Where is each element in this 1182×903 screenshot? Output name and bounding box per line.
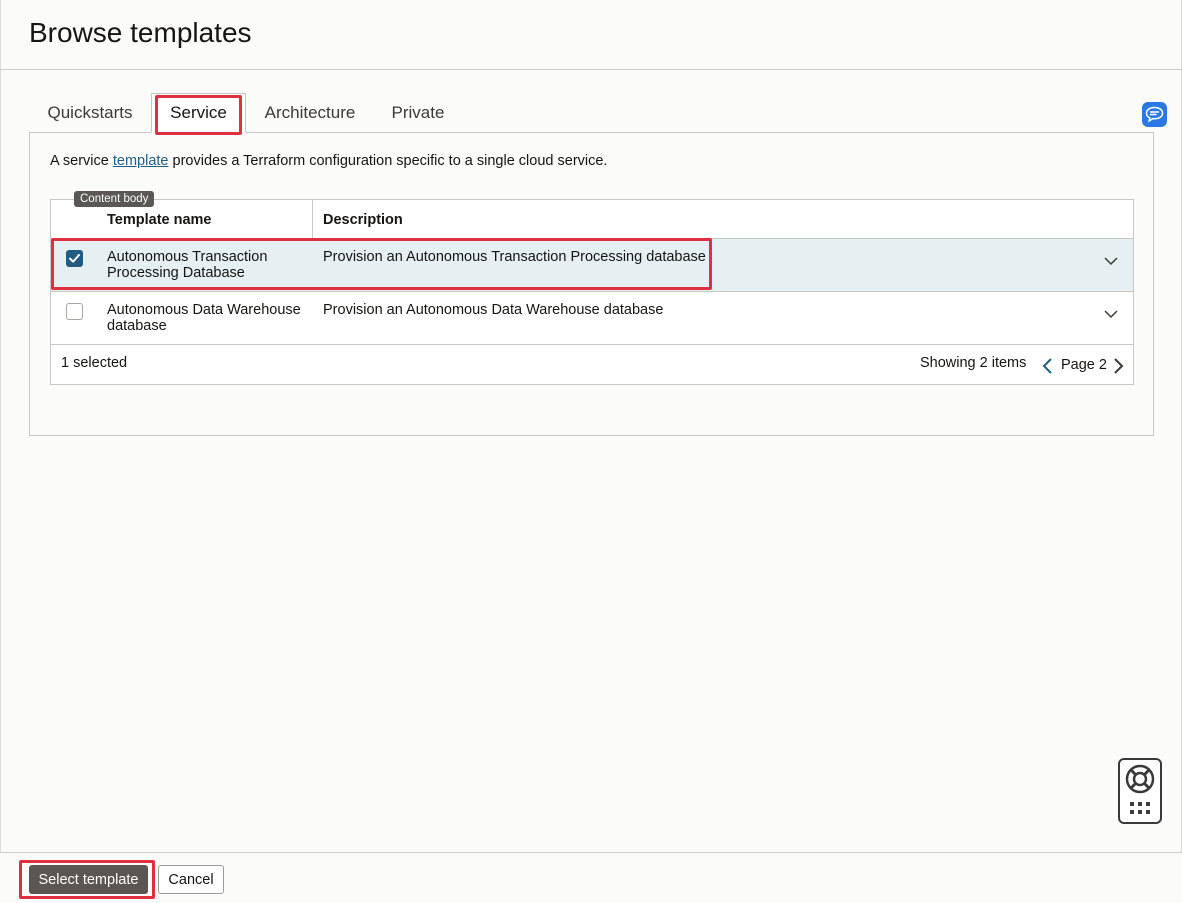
intro-text-start: A service [50,153,113,169]
chevron-down-icon[interactable] [1103,253,1119,269]
tooltip: Content body [74,191,155,207]
tab-private[interactable]: Private [389,93,447,133]
template-name: Autonomous Transaction Processing Databa… [107,249,268,281]
page-title: Browse templates [29,17,252,48]
intro-text-end: provides a Terraform configuration speci… [168,153,608,169]
tab-service[interactable]: Service [151,93,246,133]
action-bar: Select template Cancel [0,852,1182,903]
chat-assistant-icon[interactable] [1142,102,1167,127]
row-checkbox[interactable] [66,303,83,320]
tab-bar: Quickstarts Service Architecture Private [29,93,1154,133]
page-indicator: Page 2 [1061,357,1107,373]
template-description: Provision an Autonomous Transaction Proc… [323,249,706,265]
grid-dots-icon [1130,802,1150,814]
tab-architecture[interactable]: Architecture [263,93,357,133]
chevron-right-icon[interactable] [1113,357,1125,375]
intro-text: A service template provides a Terraform … [50,153,607,169]
templates-table: Template name Description Autonomous Tra… [50,199,1134,385]
tab-quickstarts[interactable]: Quickstarts [47,93,133,133]
service-panel: A service template provides a Terraform … [29,132,1154,436]
lifebuoy-icon [1125,764,1155,794]
chevron-left-icon[interactable] [1041,357,1053,375]
table-row[interactable]: Autonomous Data Warehouse database Provi… [51,292,1133,345]
help-widget[interactable] [1118,758,1162,824]
column-header-description[interactable]: Description [323,200,403,239]
select-template-button[interactable]: Select template [29,865,148,894]
row-checkbox-checked[interactable] [66,250,83,267]
item-count: Showing 2 items [920,355,1027,371]
selected-count: 1 selected [61,355,128,371]
page-header: Browse templates [0,0,1182,70]
chevron-down-icon[interactable] [1103,306,1119,322]
cancel-button[interactable]: Cancel [158,865,224,894]
table-header: Template name Description [51,200,1133,239]
template-name: Autonomous Data Warehouse database [107,302,301,334]
checkmark-icon [69,254,80,263]
template-link[interactable]: template [113,153,169,169]
frame-edge [0,0,1,903]
table-footer: 1 selected Showing 2 items Page 2 [51,345,1133,385]
template-description: Provision an Autonomous Data Warehouse d… [323,302,664,318]
table-row[interactable]: Autonomous Transaction Processing Databa… [51,239,1133,292]
